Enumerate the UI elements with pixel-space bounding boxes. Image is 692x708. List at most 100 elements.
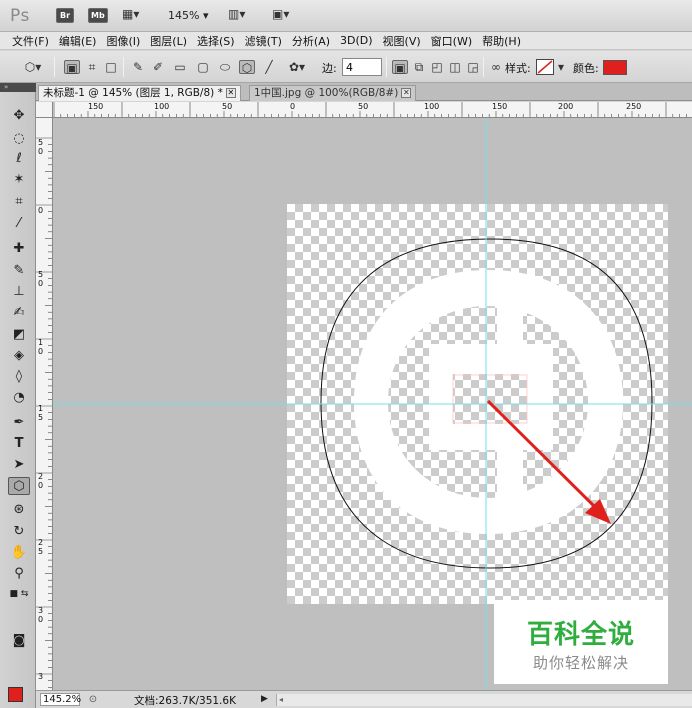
freeform-pen-icon[interactable]: ✐: [150, 60, 166, 74]
ruler-label: 0: [38, 615, 44, 624]
fill-pixels-icon[interactable]: □: [103, 60, 119, 74]
menu-select[interactable]: 选择(S): [192, 33, 240, 49]
polygon-tool-icon[interactable]: ⬡: [239, 60, 255, 75]
color-label: 颜色:: [573, 62, 599, 75]
tab-untitled-1[interactable]: 未标题-1 @ 145% (图层 1, RGB/8) * ✕: [38, 85, 241, 101]
add-to-shape-icon[interactable]: ⧉: [411, 60, 427, 74]
blur-tool-icon[interactable]: ◊: [8, 368, 30, 386]
style-picker[interactable]: [536, 59, 554, 75]
menu-filter[interactable]: 滤镜(T): [240, 33, 287, 49]
view-extras-icon[interactable]: ▦▾: [122, 7, 139, 21]
eraser-tool-icon[interactable]: ◩: [8, 326, 30, 344]
ruler-label: 50: [222, 102, 233, 111]
intersect-shape-icon[interactable]: ◫: [447, 60, 463, 74]
menu-window[interactable]: 窗口(W): [426, 33, 477, 49]
logo-center-hole: [452, 374, 528, 424]
horizontal-ruler[interactable]: 150 100 50 0 50 100 150 200 250: [36, 102, 692, 118]
zoom-tool-icon[interactable]: ⚲: [8, 565, 30, 583]
ruler-label: 1: [38, 338, 44, 347]
document-tab-bar: 未标题-1 @ 145% (图层 1, RGB/8) * ✕ 1中国.jpg @ …: [36, 83, 692, 101]
bridge-button[interactable]: Br: [56, 8, 74, 23]
title-bar: Ps Br Mb ▦▾ 145% ▾ ▥▾ ▣▾: [0, 0, 692, 32]
toolbox-collapse-icon[interactable]: »: [0, 83, 36, 92]
hand-tool-icon[interactable]: ✋: [8, 544, 30, 562]
3d-orbit-tool-icon[interactable]: ↻: [8, 523, 30, 541]
screen-mode-icon[interactable]: ▣▾: [272, 7, 289, 21]
3d-rotate-tool-icon[interactable]: ⊛: [8, 501, 30, 519]
status-menu-arrow-icon[interactable]: ▶: [261, 693, 271, 706]
document-canvas[interactable]: 百科全说 助你轻松解决: [53, 118, 692, 690]
menu-view[interactable]: 视图(V): [378, 33, 426, 49]
brush-tool-icon[interactable]: ✎: [8, 262, 30, 280]
subtract-shape-icon[interactable]: ◰: [429, 60, 445, 74]
ruler-label: 2: [38, 538, 44, 547]
foreground-color-swatch[interactable]: [8, 687, 23, 702]
exclude-shape-icon[interactable]: ◲: [465, 60, 481, 74]
pen-tool-icon[interactable]: ✒: [8, 414, 30, 432]
quick-mask-icon[interactable]: ◙: [8, 632, 30, 650]
menu-layer[interactable]: 图层(L): [145, 33, 192, 49]
ruler-label: 50: [358, 102, 369, 111]
ruler-label: 200: [558, 102, 574, 111]
marquee-tool-icon[interactable]: ◌: [8, 130, 30, 148]
shape-layers-icon[interactable]: ▣: [64, 60, 80, 75]
document-size-info: 文档:263.7K/351.6K: [134, 695, 236, 707]
watermark-badge: 百科全说 助你轻松解决: [494, 600, 668, 684]
status-options-icon[interactable]: ⊙: [86, 693, 100, 706]
ruler-label: 0: [38, 206, 44, 215]
create-new-shape-icon[interactable]: ▣: [392, 60, 408, 75]
menu-image[interactable]: 图像(I): [101, 33, 145, 49]
path-selection-tool-icon[interactable]: ➤: [8, 456, 30, 474]
polygon-shape-tool-icon[interactable]: ⬡: [8, 477, 30, 495]
zoom-level-dropdown[interactable]: 145% ▾: [168, 9, 208, 22]
eyedropper-tool-icon[interactable]: ⁄: [8, 215, 30, 233]
color-swatch[interactable]: [603, 60, 627, 75]
link-icon[interactable]: ∞: [488, 60, 504, 74]
paths-mode-icon[interactable]: ⌗: [84, 60, 100, 74]
crop-tool-icon[interactable]: ⌗: [8, 193, 30, 211]
type-tool-icon[interactable]: T: [8, 435, 30, 453]
options-bar: ⬡▾ ▣ ⌗ □ ✎ ✐ ▭ ▢ ⬭ ⬡ ╱ ✿▾ 边: ▣ ⧉ ◰ ◫ ◲ ∞…: [0, 51, 692, 83]
chevron-down-icon[interactable]: ▾: [556, 60, 566, 74]
tab-label: 1中国.jpg @ 100%(RGB/8#): [254, 87, 399, 99]
menu-bar: 文件(F) 编辑(E) 图像(I) 图层(L) 选择(S) 滤镜(T) 分析(A…: [0, 32, 692, 50]
status-zoom-field[interactable]: 145.2%: [40, 693, 81, 706]
arrange-documents-icon[interactable]: ▥▾: [228, 7, 245, 21]
menu-help[interactable]: 帮助(H): [477, 33, 526, 49]
menu-3d[interactable]: 3D(D): [335, 34, 378, 47]
lasso-tool-icon[interactable]: ℓ: [8, 150, 30, 168]
close-icon[interactable]: ✕: [225, 88, 236, 98]
move-tool-icon[interactable]: ✥: [8, 107, 30, 125]
close-icon[interactable]: ✕: [401, 88, 412, 98]
menu-edit[interactable]: 编辑(E): [54, 33, 102, 49]
dodge-tool-icon[interactable]: ◔: [8, 389, 30, 407]
style-label: 样式:: [505, 62, 531, 75]
pen-tool-icon[interactable]: ✎: [130, 60, 146, 74]
sides-input[interactable]: [342, 58, 382, 76]
rectangle-tool-icon[interactable]: ▭: [172, 60, 188, 74]
rounded-rectangle-icon[interactable]: ▢: [195, 60, 211, 74]
paint-bucket-tool-icon[interactable]: ◈: [8, 347, 30, 365]
tab-china-jpg[interactable]: 1中国.jpg @ 100%(RGB/8#) ✕: [249, 85, 417, 101]
ruler-label: 5: [38, 138, 44, 147]
vertical-ruler[interactable]: 5 0 0 5 0 1 0 1 5 2 0 2 5 3 0 3: [36, 118, 53, 690]
tool-preset-picker-icon[interactable]: ⬡▾: [20, 60, 46, 74]
magic-wand-tool-icon[interactable]: ✶: [8, 171, 30, 189]
horizontal-scrollbar[interactable]: ◂: [276, 694, 692, 706]
ruler-origin[interactable]: [36, 102, 53, 118]
line-tool-icon[interactable]: ╱: [261, 60, 277, 74]
mini-bridge-button[interactable]: Mb: [88, 8, 108, 23]
ruler-label: 0: [290, 102, 296, 111]
custom-shape-icon[interactable]: ✿▾: [283, 60, 311, 74]
ellipse-tool-icon[interactable]: ⬭: [217, 60, 233, 74]
default-colors-icon[interactable]: ■ ⇆: [8, 585, 30, 603]
ruler-label: 150: [88, 102, 104, 111]
status-bar: 145.2% ⊙ 文档:263.7K/351.6K ▶ ◂: [36, 690, 692, 708]
clone-stamp-tool-icon[interactable]: ⊥: [8, 283, 30, 301]
healing-brush-tool-icon[interactable]: ✚: [8, 240, 30, 258]
menu-analysis[interactable]: 分析(A): [287, 33, 335, 49]
menu-file[interactable]: 文件(F): [0, 33, 54, 49]
history-brush-tool-icon[interactable]: ✍: [8, 304, 30, 322]
ruler-label: 5: [38, 547, 44, 556]
watermark-title: 百科全说: [526, 620, 635, 650]
